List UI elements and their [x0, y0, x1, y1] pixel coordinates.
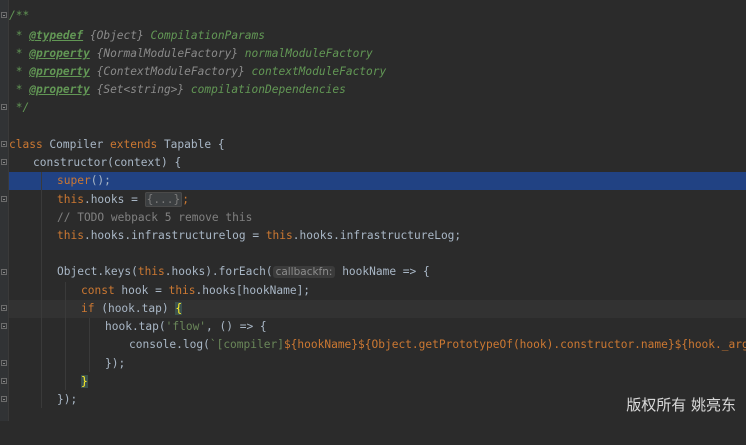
fold-toggle-icon[interactable] [1, 269, 7, 275]
fold-toggle-icon[interactable] [1, 378, 7, 384]
fold-toggle-icon[interactable] [1, 141, 7, 147]
keyword-const: const [81, 284, 115, 297]
doc-tag: @property [29, 65, 90, 78]
foreach-call: .hooks).forEach( [164, 265, 273, 278]
fold-toggle-icon[interactable] [1, 104, 7, 110]
parameter-hint: callbackfn: [272, 266, 336, 278]
hook-value: .hooks[hookName]; [195, 284, 311, 297]
doc-star: * [9, 29, 30, 42]
tap-call: hook.tap( [105, 320, 166, 333]
code-line[interactable]: * @property {ContextModuleFactory} conte… [9, 63, 746, 81]
keyword-if: if [81, 302, 95, 315]
code-line[interactable]: /** [9, 7, 746, 25]
if-condition: (hook.tap) [94, 302, 176, 315]
code-line[interactable]: this.hooks.infrastructurelog = this.hook… [9, 227, 746, 245]
code-line[interactable]: hook.tap('flow', () => { [9, 318, 746, 336]
keyword-class: class [9, 138, 43, 151]
close-foreach: }); [57, 393, 78, 406]
keyword-super: super [57, 174, 91, 187]
doc-name: compilationDependencies [190, 83, 346, 96]
doc-type: {Object} [89, 29, 144, 42]
fold-toggle-icon[interactable] [1, 196, 7, 202]
code-line-selected[interactable]: super(); [9, 172, 746, 190]
code-line[interactable]: } [9, 373, 746, 391]
fold-toggle-icon[interactable] [1, 12, 7, 18]
doc-star: * [9, 65, 30, 78]
code-line[interactable]: * @property {Set<string>} compilationDep… [9, 81, 746, 99]
constructor-signature: constructor(context) { [33, 156, 182, 169]
doc-star: * [9, 47, 30, 60]
object-keys-call: Object.keys( [57, 265, 138, 278]
matched-brace: } [81, 375, 88, 388]
fold-toggle-icon[interactable] [1, 305, 7, 311]
keyword-this: this [137, 265, 165, 278]
template-expression: ${Object.getPrototypeOf(hook).constructo… [358, 338, 675, 351]
todo-comment: // TODO webpack 5 remove this [57, 211, 253, 224]
code-line[interactable]: * @typedef {Object} CompilationParams [9, 27, 746, 45]
code-line[interactable]: */ [9, 99, 746, 117]
editor-gutter [0, 0, 9, 421]
close-callback: }); [105, 357, 126, 370]
doc-comment-open: /** [9, 9, 30, 22]
super-call: (); [90, 174, 111, 187]
infra-value: .hooks.infrastructureLog; [292, 229, 462, 242]
infra-assignment: .hooks.infrastructurelog = [83, 229, 266, 242]
fold-toggle-icon[interactable] [1, 323, 7, 329]
semicolon: ; [182, 193, 190, 206]
parent-class: Tapable { [157, 138, 225, 151]
doc-tag: @property [29, 47, 90, 60]
arrow-function: hookName => { [335, 265, 430, 278]
template-expression: ${hook._args} [674, 338, 746, 351]
doc-tag: @typedef [29, 29, 84, 42]
doc-type: {Set<string>} [96, 83, 185, 96]
tap-callback: , () => { [206, 320, 267, 333]
code-line[interactable]: this.hooks = {...}; [9, 191, 746, 209]
doc-name: normalModuleFactory [244, 47, 373, 60]
template-expression: ${hookName} [283, 338, 359, 351]
code-line[interactable]: console.log(`[compiler]${hookName}${Obje… [9, 336, 746, 354]
code-line[interactable]: class Compiler extends Tapable { [9, 136, 746, 154]
matched-brace: { [175, 302, 183, 315]
hook-declaration: hook = [114, 284, 169, 297]
fold-toggle-icon[interactable] [1, 360, 7, 366]
doc-star: * [9, 83, 30, 96]
doc-comment-close: */ [9, 101, 30, 114]
doc-name: contextModuleFactory [251, 65, 387, 78]
indent-guide [41, 172, 42, 408]
keyword-this: this [168, 284, 196, 297]
code-line[interactable]: const hook = this.hooks[hookName]; [9, 282, 746, 300]
keyword-this: this [57, 229, 84, 242]
code-line[interactable]: // TODO webpack 5 remove this [9, 209, 746, 227]
indent-guide [89, 318, 90, 372]
code-line[interactable]: }); [9, 355, 746, 373]
string-literal: 'flow' [165, 320, 207, 333]
keyword-this: this [57, 193, 84, 206]
hooks-assignment: .hooks = [83, 193, 145, 206]
code-line-current[interactable]: if (hook.tap) { [9, 300, 746, 318]
watermark-text: 版权所有 姚亮东 [626, 396, 736, 414]
class-name: Compiler [42, 138, 111, 151]
doc-name: CompilationParams [150, 29, 266, 42]
folded-region[interactable]: {...} [144, 192, 183, 207]
indent-guide [65, 282, 66, 390]
doc-type: {ContextModuleFactory} [96, 65, 245, 78]
fold-toggle-icon[interactable] [1, 396, 7, 402]
template-text: [compiler] [216, 338, 284, 351]
fold-toggle-icon[interactable] [1, 159, 7, 165]
console-log-call: console.log( [129, 338, 210, 351]
template-tick: ` [209, 338, 217, 351]
doc-tag: @property [29, 83, 90, 96]
doc-type: {NormalModuleFactory} [96, 47, 239, 60]
code-line[interactable]: Object.keys(this.hooks).forEach(callback… [9, 263, 746, 281]
keyword-this: this [265, 229, 293, 242]
keyword-extends: extends [110, 138, 158, 151]
code-line[interactable]: constructor(context) { [9, 154, 746, 172]
code-line[interactable]: * @property {NormalModuleFactory} normal… [9, 45, 746, 63]
